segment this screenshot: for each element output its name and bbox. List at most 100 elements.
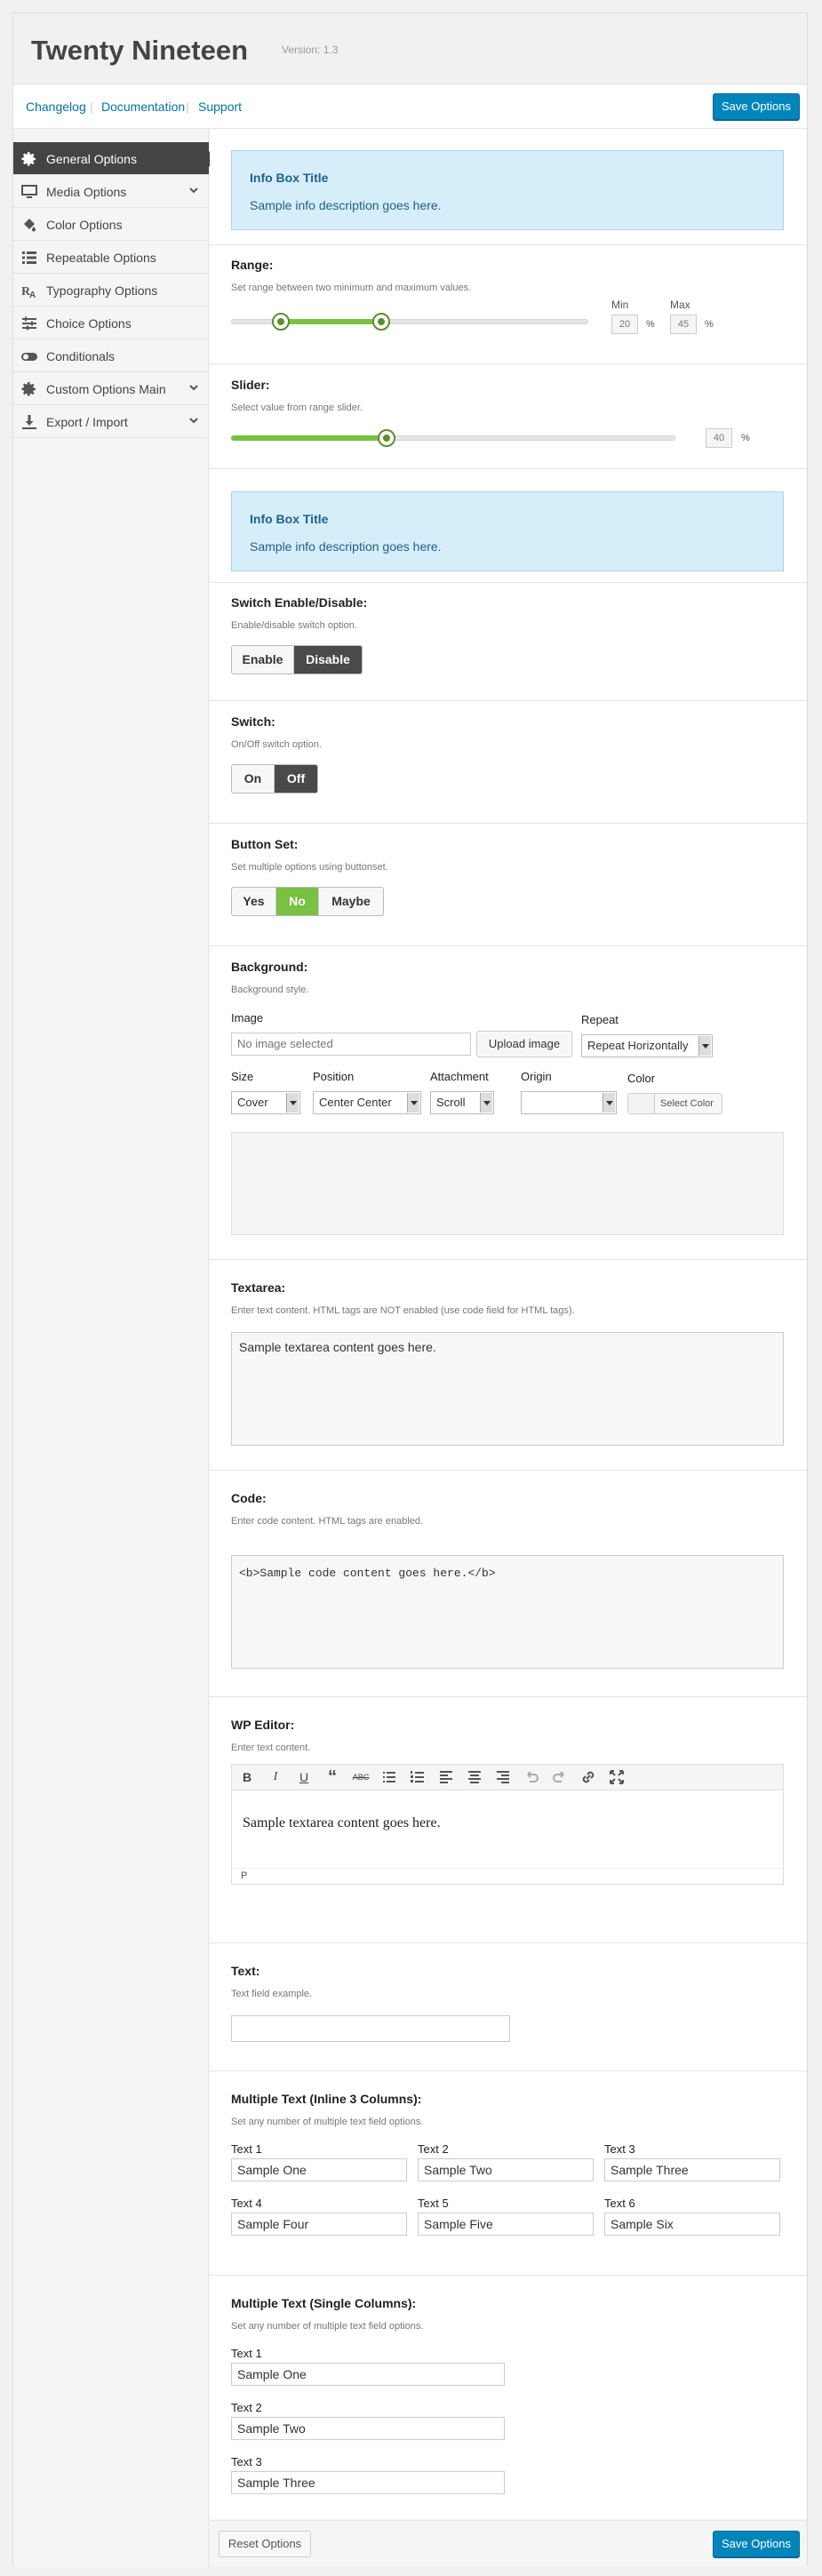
- main-content: Info Box Title Sample info description g…: [210, 129, 807, 2519]
- field-title: Multiple Text (Single Columns):: [231, 2296, 417, 2310]
- sidebar-item-color-options[interactable]: Color Options: [13, 208, 209, 241]
- editor-content[interactable]: Sample textarea content goes here. P: [231, 1790, 784, 1885]
- save-options-button[interactable]: Save Options: [713, 93, 800, 120]
- field-description: Text field example.: [231, 1989, 313, 1999]
- switch-section: Switch: On/Off switch option. On Off: [210, 702, 807, 824]
- text-field-label: Text 4: [231, 2197, 262, 2210]
- field-title: Range:: [231, 258, 274, 272]
- text-field[interactable]: Sample Two: [418, 2158, 594, 2181]
- on-option[interactable]: On: [232, 765, 275, 793]
- slider-value-field[interactable]: 40: [706, 428, 732, 448]
- strikethrough-icon[interactable]: ABC: [351, 1767, 371, 1787]
- slider-handle[interactable]: [378, 429, 395, 447]
- field-title: Textarea:: [231, 1280, 286, 1295]
- origin-label: Origin: [521, 1070, 552, 1083]
- numbered-list-icon[interactable]: [408, 1767, 427, 1787]
- blockquote-icon[interactable]: “: [323, 1767, 342, 1787]
- align-left-icon[interactable]: [436, 1767, 456, 1787]
- text-field[interactable]: Sample Four: [231, 2213, 407, 2236]
- text-field[interactable]: Sample Three: [231, 2471, 505, 2494]
- max-value-field[interactable]: 45: [670, 315, 697, 334]
- text-field[interactable]: Sample Two: [231, 2417, 505, 2440]
- yes-option[interactable]: Yes: [232, 888, 276, 915]
- text-field[interactable]: Sample Six: [604, 2213, 780, 2236]
- underline-icon[interactable]: U: [294, 1767, 314, 1787]
- textarea-field[interactable]: Sample textarea content goes here.: [231, 1332, 784, 1446]
- on-off-switch[interactable]: On Off: [231, 764, 318, 794]
- sidebar-item-media-options[interactable]: Media Options: [13, 175, 209, 208]
- editor-path: P: [232, 1868, 783, 1884]
- redo-icon[interactable]: [550, 1767, 570, 1787]
- reset-options-button[interactable]: Reset Options: [219, 2531, 311, 2557]
- bullet-list-icon[interactable]: [379, 1767, 399, 1787]
- italic-icon[interactable]: I: [266, 1767, 285, 1787]
- page-title: Twenty Nineteen: [31, 35, 249, 66]
- no-option[interactable]: No: [276, 888, 319, 915]
- color-label: Color: [627, 1072, 656, 1085]
- field-description: Set range between two minimum and maximu…: [231, 283, 472, 293]
- bold-icon[interactable]: B: [237, 1767, 257, 1787]
- field-title: Switch:: [231, 714, 275, 729]
- upload-image-button[interactable]: Upload image: [476, 1031, 572, 1057]
- position-label: Position: [313, 1070, 355, 1083]
- maybe-option[interactable]: Maybe: [319, 888, 383, 915]
- min-value-field[interactable]: 20: [611, 315, 638, 334]
- sidebar-item-label: General Options: [46, 152, 137, 166]
- changelog-link[interactable]: Changelog: [26, 100, 86, 114]
- select-color-button[interactable]: Select Color: [660, 1098, 714, 1109]
- enable-option[interactable]: Enable: [232, 646, 294, 674]
- repeat-select[interactable]: Repeat Horizontally: [581, 1034, 713, 1057]
- text-field[interactable]: Sample One: [231, 2158, 407, 2181]
- field-title: Background:: [231, 960, 308, 974]
- sidebar-item-repeatable-options[interactable]: Repeatable Options: [13, 241, 209, 274]
- background-section: Background: Background style. Image No i…: [210, 947, 807, 1260]
- sidebar-item-custom-options-main[interactable]: Custom Options Main: [13, 372, 209, 405]
- sidebar-item-conditionals[interactable]: Conditionals: [13, 339, 209, 372]
- unit-label: %: [741, 433, 750, 443]
- position-select[interactable]: Center Center: [313, 1091, 421, 1114]
- options-panel: Twenty Nineteen Version: 1.3 Changelog |…: [12, 12, 808, 2567]
- size-select[interactable]: Cover: [231, 1091, 300, 1114]
- unit-label: %: [646, 319, 655, 330]
- support-link[interactable]: Support: [198, 100, 242, 114]
- field-description: Select value from range slider.: [231, 403, 363, 413]
- field-title: Text:: [231, 1964, 260, 1978]
- text-field[interactable]: [231, 2015, 510, 2042]
- wp-editor-section: WP Editor: Enter text content. B I U “ A…: [210, 1698, 807, 1943]
- sidebar-item-export-import[interactable]: Export / Import: [13, 405, 209, 438]
- sidebar-item-general-options[interactable]: General Options: [13, 142, 216, 175]
- undo-icon[interactable]: [522, 1767, 541, 1787]
- align-right-icon[interactable]: [493, 1767, 513, 1787]
- range-min-handle[interactable]: [272, 313, 291, 331]
- textarea-section: Textarea: Enter text content. HTML tags …: [210, 1261, 807, 1471]
- slider-section: Slider: Select value from range slider. …: [210, 365, 807, 469]
- code-section: Code: Enter code content. HTML tags are …: [210, 1471, 807, 1697]
- text-field-label: Text 3: [604, 2142, 635, 2156]
- documentation-link[interactable]: Documentation: [101, 100, 185, 114]
- off-option[interactable]: Off: [275, 765, 317, 793]
- origin-select[interactable]: [521, 1091, 617, 1114]
- svg-text:A: A: [29, 291, 36, 299]
- size-label: Size: [231, 1070, 254, 1083]
- text-field[interactable]: Sample One: [231, 2363, 505, 2386]
- image-url-field[interactable]: No image selected: [231, 1033, 471, 1056]
- sidebar-item-label: Conditionals: [46, 349, 116, 363]
- fullscreen-icon[interactable]: [607, 1767, 626, 1787]
- color-picker[interactable]: Select Color: [627, 1093, 722, 1114]
- attachment-label: Attachment: [430, 1070, 489, 1083]
- button-set[interactable]: Yes No Maybe: [231, 887, 384, 916]
- disable-option[interactable]: Disable: [294, 646, 362, 674]
- panel-header: Twenty Nineteen Version: 1.3: [13, 13, 807, 84]
- align-center-icon[interactable]: [465, 1767, 484, 1787]
- link-icon[interactable]: [579, 1767, 598, 1787]
- sidebar-item-choice-options[interactable]: Choice Options: [13, 307, 209, 339]
- text-field[interactable]: Sample Five: [418, 2213, 594, 2236]
- sidebar-item-typography-options[interactable]: RA Typography Options: [13, 274, 209, 307]
- text-field[interactable]: Sample Three: [604, 2158, 780, 2181]
- range-max-handle[interactable]: [371, 313, 390, 331]
- save-options-button[interactable]: Save Options: [713, 2531, 800, 2557]
- attachment-select[interactable]: Scroll: [430, 1091, 494, 1114]
- chevron-down-icon: [286, 1093, 299, 1113]
- code-field[interactable]: <b>Sample code content goes here.</b>: [231, 1555, 784, 1669]
- enable-disable-switch[interactable]: Enable Disable: [231, 645, 363, 674]
